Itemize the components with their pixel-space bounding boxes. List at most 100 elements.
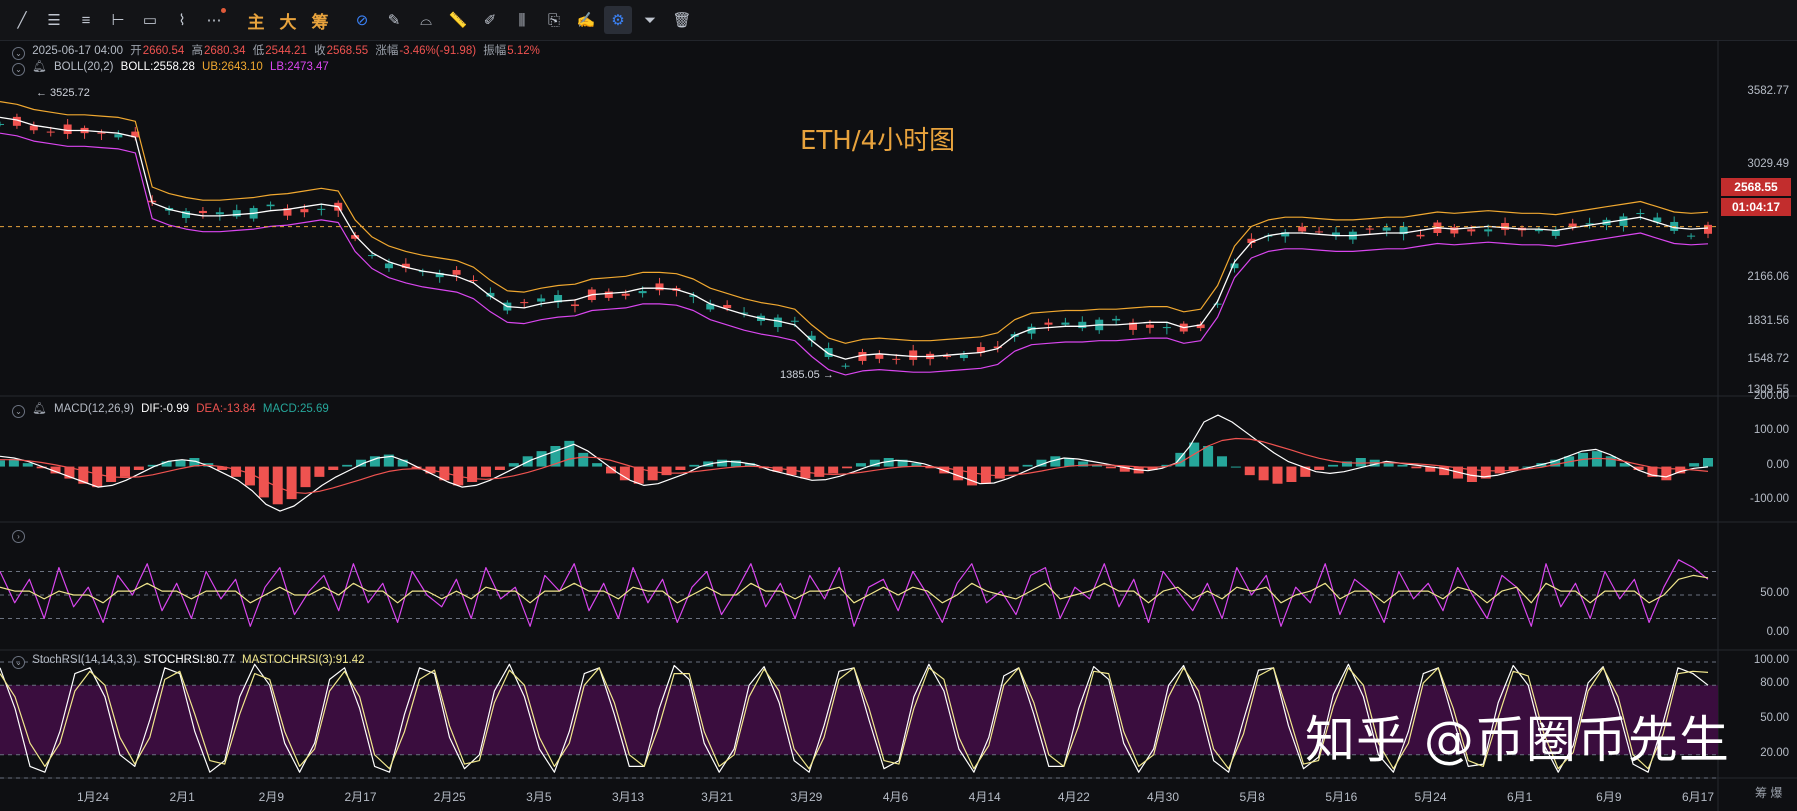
price-tick-label: 1831.56 <box>1747 315 1789 328</box>
candle-body <box>943 355 952 358</box>
candle-body <box>824 348 833 358</box>
open-value: 2660.54 <box>142 45 185 57</box>
date-tick-label: 6月1 <box>1506 790 1533 804</box>
expand-icon[interactable]: › <box>12 530 25 543</box>
macd-bar <box>467 466 478 482</box>
candle-body <box>215 212 224 215</box>
amp-label: 振幅 <box>483 45 507 57</box>
change-value: -3.46%(-91.98) <box>399 45 477 57</box>
candle-body <box>114 134 123 138</box>
candle-body <box>1450 227 1459 234</box>
date-tick-label: 4月30 <box>1146 790 1180 804</box>
macd-bar <box>133 466 144 470</box>
date-tick-label: 1月24 <box>76 790 110 804</box>
macd-bar <box>1383 463 1394 467</box>
candle-body <box>63 124 72 134</box>
bell-icon[interactable]: 🔔︎ <box>32 61 47 73</box>
date-tick-label: 2月1 <box>169 790 195 804</box>
macd-bar <box>536 451 547 467</box>
macd-bar <box>22 463 33 467</box>
collapse-icon[interactable]: ⌄ <box>12 63 25 76</box>
macd-bar <box>619 466 630 481</box>
macd-bar <box>1272 466 1283 484</box>
stochrsi-d: MASTOCHRSI(3):91.42 <box>242 654 365 666</box>
macd-bar <box>1216 456 1227 467</box>
candle-body <box>1365 228 1374 230</box>
macd-dif: DIF:-0.99 <box>141 403 190 415</box>
macd-header: ⌄ 🔔︎ MACD(12,26,9) DIF:-0.99 DEA:-13.84 … <box>12 401 333 418</box>
date-tick-label: 5月24 <box>1414 790 1447 804</box>
candle-body <box>232 210 241 217</box>
date-tick-label: 2月25 <box>433 790 466 804</box>
candle-body <box>317 208 326 210</box>
price-tick-label: 2166.06 <box>1747 271 1789 284</box>
date-tick-label: 3月29 <box>790 790 823 804</box>
macd-bar <box>1328 464 1339 467</box>
macd-bar <box>106 466 117 482</box>
macd-bar <box>328 466 339 470</box>
macd-bar <box>508 463 519 467</box>
rsi-header: › <box>12 528 29 543</box>
macd-bar <box>855 463 866 467</box>
candle-body <box>1416 234 1425 237</box>
datetime: 2025-06-17 04:00 <box>32 45 124 57</box>
bell-icon[interactable]: 🔔︎ <box>32 403 47 415</box>
macd-bar <box>342 464 353 467</box>
stoch-tick-label: 80.00 <box>1760 677 1789 690</box>
date-tick-label: 3月13 <box>611 790 645 804</box>
macd-bar <box>1244 466 1255 476</box>
date-tick-label: 3月5 <box>526 790 552 804</box>
macd-bar <box>1230 466 1241 468</box>
macd-bar <box>494 466 505 470</box>
macd-bar <box>592 463 603 467</box>
date-tick-label: 4月6 <box>882 790 909 804</box>
candle-body <box>570 304 579 307</box>
collapse-icon[interactable]: ⌄ <box>12 405 25 418</box>
candle-body <box>909 350 918 360</box>
current-price-tag: 2568.55 <box>1721 178 1791 196</box>
candle-body <box>1162 327 1171 329</box>
macd-bar <box>1605 456 1616 467</box>
dif-line <box>0 414 1709 512</box>
candle-body <box>1315 231 1324 233</box>
low-marker: 1385.05 → <box>780 369 834 381</box>
candle-body <box>452 270 461 275</box>
change-label: 涨幅 <box>375 45 399 57</box>
candle-body <box>97 132 106 134</box>
date-tick-label: 6月17 <box>1681 790 1715 804</box>
high-label: 高 <box>191 45 204 57</box>
date-tick-label: 3月21 <box>701 790 734 804</box>
stochrsi-k: STOCHRSI:80.77 <box>143 654 235 666</box>
amp-value: 5.12% <box>507 45 540 57</box>
stoch-tick-label: 50.00 <box>1760 712 1789 724</box>
ohlc-header: ⌄ 2025-06-17 04:00 开2660.54 高2680.34 低25… <box>12 42 544 60</box>
stochrsi-header: ⌄ StochRSI(14,14,3,3) STOCHRSI:80.77 MAS… <box>12 654 369 669</box>
macd-bar <box>1286 466 1297 482</box>
boll-ub: UB:2643.10 <box>202 61 263 73</box>
date-tick-label: 2月9 <box>258 790 285 804</box>
candle-body <box>604 291 613 298</box>
candle-body <box>1061 322 1070 325</box>
macd-bar <box>1494 466 1505 474</box>
macd-bar <box>647 466 658 481</box>
macd-bar <box>828 466 839 474</box>
candle-body <box>959 354 968 359</box>
chart-title: ETH/4小时图 <box>800 126 956 156</box>
boll-header: ⌄ 🔔︎ BOLL(20,2) BOLL:2558.28 UB:2643.10 … <box>12 59 333 76</box>
macd-bar <box>1022 464 1033 467</box>
rsi-tick-label: 50.00 <box>1760 587 1789 599</box>
bottom-right-labels[interactable]: 筹 爆 <box>1755 784 1782 801</box>
macd-bar <box>1203 446 1214 467</box>
macd-tick-label: -100.00 <box>1749 492 1789 505</box>
macd-bar <box>92 466 103 488</box>
candle-body <box>1078 321 1087 329</box>
macd-tick-label: 100.00 <box>1753 424 1789 437</box>
price-tick-label: 1548.72 <box>1747 352 1789 365</box>
collapse-icon[interactable]: ⌄ <box>12 656 25 669</box>
date-tick-label: 5月8 <box>1239 790 1265 804</box>
candle-body <box>520 302 529 304</box>
price-tick-label: 3029.49 <box>1747 158 1789 171</box>
countdown-tag: 01:04:17 <box>1721 198 1791 216</box>
candle-body <box>1382 227 1391 231</box>
open-label: 开 <box>130 45 142 57</box>
